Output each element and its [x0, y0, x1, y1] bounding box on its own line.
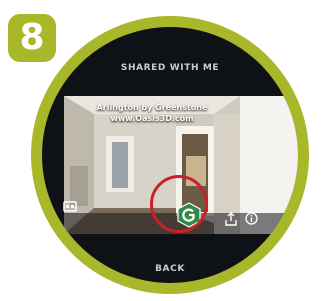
tour-website: www.Oasis3D.com	[110, 114, 194, 123]
tour-title: Arlington by Greenstone	[96, 103, 208, 112]
page-title: SHARED WITH ME	[120, 63, 220, 73]
vr-screen: SHARED WITH ME Arlington by Greenstone w…	[42, 27, 298, 283]
share-button[interactable]	[225, 212, 237, 226]
info-button[interactable]	[245, 212, 258, 225]
share-icon	[225, 212, 237, 226]
tour-caption: Arlington by Greenstone www.Oasis3D.com	[64, 102, 240, 124]
vr-headset-icon	[63, 201, 77, 212]
info-icon	[245, 212, 258, 225]
highlight-ring	[150, 175, 208, 233]
vr-mode-button[interactable]	[63, 199, 77, 213]
step-number: 8	[19, 17, 45, 58]
step-badge: 8	[8, 14, 56, 62]
back-button[interactable]: BACK	[42, 264, 298, 274]
